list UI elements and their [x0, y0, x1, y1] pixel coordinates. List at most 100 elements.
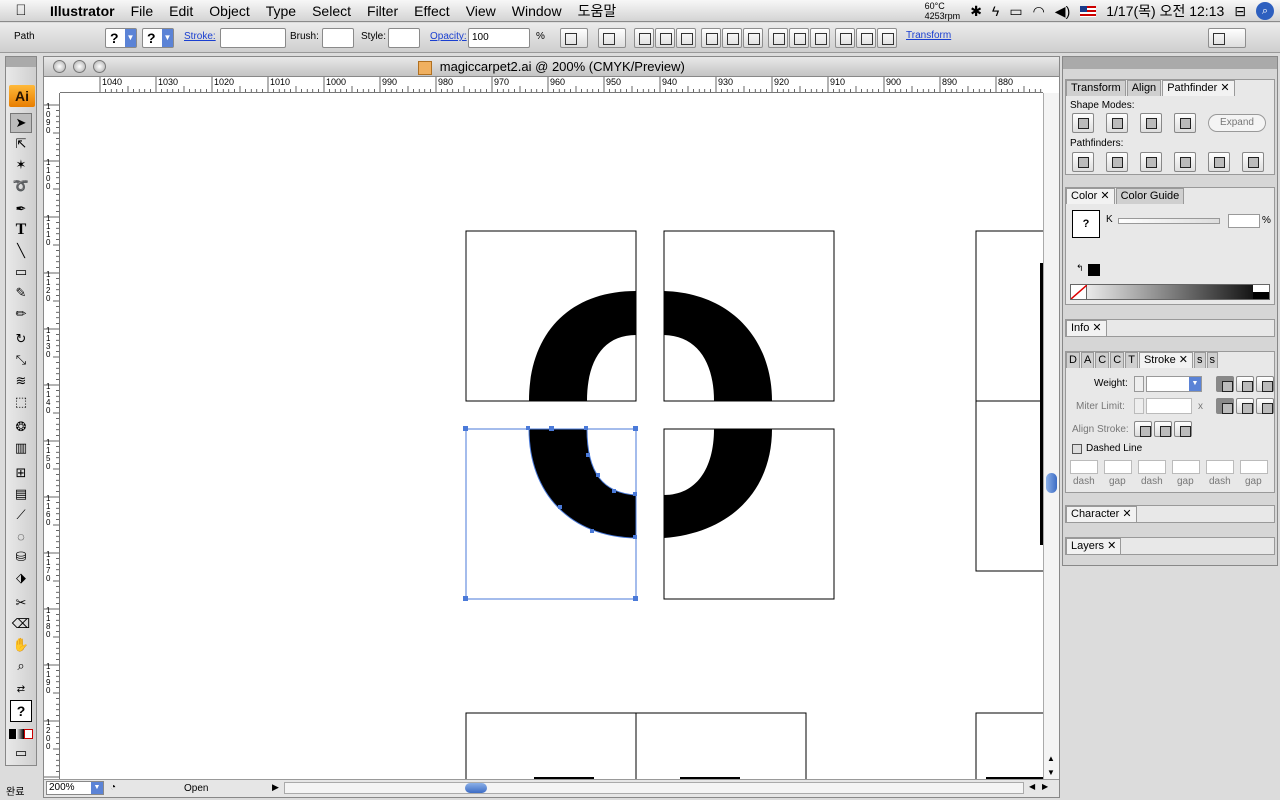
align-middle-button[interactable]	[722, 28, 742, 48]
align-stroke-center-button[interactable]	[1134, 421, 1152, 437]
pen-tool-icon[interactable]: ✒	[10, 199, 32, 219]
vertical-ruler[interactable]: 1090 1100 1110 1120 1130 1140 1150 1160 1170 1180…	[44, 93, 60, 781]
menu-illustrator[interactable]: Illustrator	[42, 0, 123, 22]
rotate-tool-icon[interactable]: ↻	[10, 329, 32, 349]
transform-link[interactable]: Transform	[906, 30, 951, 41]
tab-collapsed-d[interactable]: D	[1066, 352, 1080, 368]
status-text[interactable]: Open	[184, 783, 208, 794]
distribute-top-button[interactable]	[768, 28, 788, 48]
brush-dropdown[interactable]	[322, 28, 354, 48]
menu-type[interactable]: Type	[258, 0, 304, 22]
close-color-icon[interactable]: ✕	[1100, 190, 1109, 202]
tab-collapsed-c2[interactable]: C	[1110, 352, 1125, 368]
zoom-tool-icon[interactable]: ⌕	[10, 656, 32, 676]
menu-effect[interactable]: Effect	[406, 0, 458, 22]
dashed-line-checkbox[interactable]	[1072, 444, 1082, 454]
merge-button[interactable]	[1140, 152, 1162, 172]
paintbrush-tool-icon[interactable]: ✎	[10, 283, 32, 303]
dash-field-1[interactable]	[1070, 460, 1098, 474]
miter-join-button[interactable]	[1216, 398, 1234, 414]
control-panel-menu-button[interactable]	[1208, 28, 1246, 48]
zoom-field[interactable]: 200% ▼	[46, 781, 104, 795]
apple-icon[interactable]: 	[0, 2, 42, 19]
black-ramp-swatch[interactable]	[1253, 292, 1269, 299]
white-swatch[interactable]	[1253, 285, 1269, 292]
live-paint-selection-tool-icon[interactable]: ⬗	[10, 568, 32, 588]
vertical-scrollbar[interactable]: ▲ ▼	[1043, 93, 1059, 783]
color-spectrum-ramp[interactable]	[1070, 284, 1270, 300]
tile-bottom-row-3[interactable]	[975, 712, 1043, 781]
exclude-shape-button[interactable]	[1174, 113, 1196, 133]
pencil-tool-icon[interactable]: ✏	[10, 304, 32, 324]
hand-tool-icon[interactable]: ✋	[10, 635, 32, 655]
zoom-window-icon[interactable]	[93, 60, 106, 73]
divide-button[interactable]	[1072, 152, 1094, 172]
close-stroke-icon[interactable]: ✕	[1179, 354, 1188, 366]
tab-collapsed-c1[interactable]: C	[1095, 352, 1110, 368]
minimize-window-icon[interactable]	[73, 60, 86, 73]
tab-collapsed-s1[interactable]: s	[1194, 352, 1206, 368]
tab-stroke[interactable]: Stroke ✕	[1138, 352, 1194, 368]
none-swatch-icon[interactable]	[1070, 284, 1088, 300]
vertical-scroll-thumb[interactable]	[1046, 473, 1057, 493]
swap-fill-stroke-icon[interactable]: ⇄	[10, 679, 32, 699]
rectangle-tool-icon[interactable]: ▭	[10, 262, 32, 282]
flag-icon[interactable]	[1080, 5, 1097, 17]
eraser-tool-icon[interactable]: ⌫	[10, 614, 32, 634]
align-top-button[interactable]	[701, 28, 721, 48]
round-join-button[interactable]	[1236, 398, 1254, 414]
miter-field[interactable]	[1146, 398, 1192, 414]
distribute-left-button[interactable]	[835, 28, 855, 48]
menu-select[interactable]: Select	[304, 0, 359, 22]
stroke-weight-field[interactable]	[220, 28, 286, 48]
distribute-center-button[interactable]	[856, 28, 876, 48]
tab-character[interactable]: Character ✕	[1066, 506, 1137, 522]
distribute-bottom-button[interactable]	[810, 28, 830, 48]
direct-selection-tool-icon[interactable]: ⇱	[10, 134, 32, 154]
horizontal-ruler[interactable]: 1040 1030 1020 1010 1000 990 980 970 960 950 940 93…	[60, 77, 1043, 93]
version-cue-icon[interactable]: ◔	[110, 782, 116, 793]
butt-cap-button[interactable]	[1216, 376, 1234, 392]
weight-dropdown-icon[interactable]: ▼	[1189, 377, 1201, 391]
line-tool-icon[interactable]: ╲	[10, 241, 32, 261]
black-swatch[interactable]	[1088, 264, 1100, 276]
stroke-dropdown-icon[interactable]: ▼	[162, 29, 173, 47]
k-channel-slider[interactable]	[1118, 218, 1220, 224]
scroll-right-arrow-icon[interactable]: ▶	[1042, 782, 1048, 791]
color-fill-stroke-icon[interactable]: ?	[1072, 210, 1100, 238]
minus-back-button[interactable]	[1242, 152, 1264, 172]
menu-edit[interactable]: Edit	[161, 0, 201, 22]
opacity-link[interactable]: Opacity:	[430, 31, 467, 42]
menu-file[interactable]: File	[123, 0, 162, 22]
projecting-cap-button[interactable]	[1256, 376, 1274, 392]
magic-wand-tool-icon[interactable]: ✶	[10, 155, 32, 175]
battery-icon[interactable]: ⊟	[1234, 3, 1246, 20]
selection-tool-icon[interactable]: ➤	[10, 113, 32, 133]
scroll-down-arrow-icon[interactable]: ▼	[1047, 768, 1055, 777]
document-title-bar[interactable]: magiccarpet2.ai @ 200% (CMYK/Preview)	[44, 57, 1059, 77]
style-dropdown[interactable]	[388, 28, 420, 48]
gap-field-3[interactable]	[1240, 460, 1268, 474]
distribute-right-button[interactable]	[877, 28, 897, 48]
type-tool-icon[interactable]: T	[10, 220, 32, 240]
column-graph-tool-icon[interactable]: ▥	[10, 438, 32, 458]
blend-tool-icon[interactable]: ◌	[10, 526, 32, 546]
tab-layers[interactable]: Layers ✕	[1066, 538, 1122, 554]
opacity-field[interactable]: 100	[468, 28, 530, 48]
last-color-icon[interactable]: ↰	[1076, 263, 1084, 274]
expand-button[interactable]: Expand	[1208, 114, 1266, 132]
outline-button[interactable]	[1208, 152, 1230, 172]
menu-object[interactable]: Object	[201, 0, 257, 22]
gradient-mode-icon[interactable]	[16, 729, 24, 739]
menu-help[interactable]: 도움말	[570, 0, 625, 22]
fill-dropdown-icon[interactable]: ▼	[125, 29, 136, 47]
tile-right-bottom-partial[interactable]	[975, 400, 1043, 572]
bluetooth-icon[interactable]: ✱	[970, 3, 982, 20]
distribute-middle-button[interactable]	[789, 28, 809, 48]
scroll-left-arrow-icon[interactable]: ◀	[1029, 782, 1035, 791]
align-center-button[interactable]	[655, 28, 675, 48]
stroke-swatch[interactable]: ? ▼	[142, 28, 174, 48]
zoom-dropdown-icon[interactable]: ▼	[91, 782, 103, 794]
tile-right-top-partial[interactable]	[975, 230, 1043, 402]
wifi-icon[interactable]: ◠	[1033, 3, 1045, 20]
